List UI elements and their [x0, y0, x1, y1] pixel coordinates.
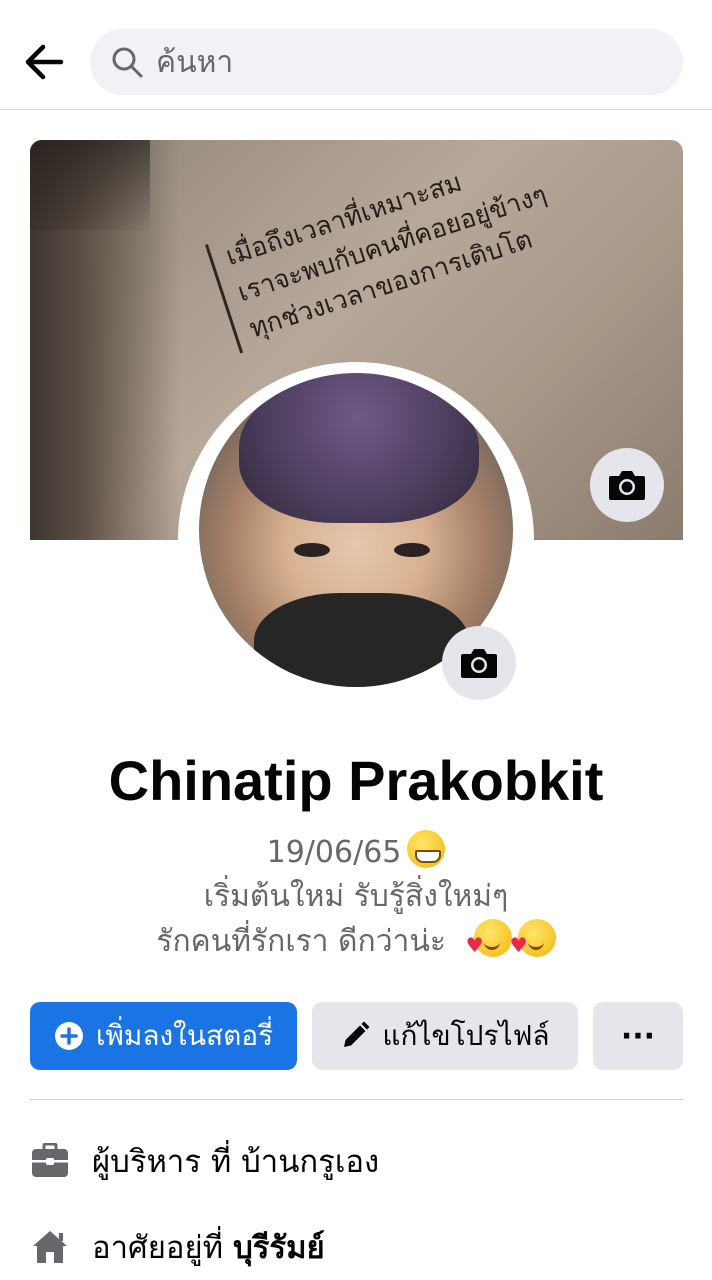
add-to-story-button[interactable]: เพิ่มลงในสตอรี่ — [30, 1002, 297, 1070]
edit-cover-photo-button[interactable] — [590, 448, 664, 522]
avatar-hair — [239, 373, 479, 523]
smiling-hearts-emoji-icon — [510, 919, 556, 967]
location-info-row: อาศัยอยู่ที่ บุรีรัมย์ — [30, 1222, 683, 1272]
back-button[interactable] — [20, 38, 68, 86]
back-arrow-icon — [25, 44, 64, 80]
top-bar — [0, 0, 712, 110]
bio-line: 19/06/65 — [0, 830, 712, 875]
location-place[interactable]: บุรีรัมย์ — [233, 1222, 325, 1272]
avatar-eye — [294, 543, 330, 557]
avatar-eye — [394, 543, 430, 557]
bio-line: รักคนที่รักเรา ดีกว่าน่ะ — [0, 919, 712, 967]
edit-profile-button[interactable]: แก้ไขโปรไฟล์ — [312, 1002, 578, 1070]
work-info-row: ผู้บริหาร ที่ บ้านกรูเอง — [30, 1136, 683, 1186]
grinning-emoji-icon — [407, 830, 446, 868]
cover-quote: เมื่อถึงเวลาที่เหมาะสม เราจะพบกับคนที่คอ… — [205, 140, 564, 354]
divider — [30, 1099, 683, 1100]
smiling-hearts-emoji-icon — [466, 919, 512, 967]
edit-profile-label: แก้ไขโปรไฟล์ — [382, 1019, 550, 1052]
profile-bio: 19/06/65 เริ่มต้นใหม่ รับรู้สิ่งใหม่ๆ รั… — [0, 830, 712, 967]
add-to-story-label: เพิ่มลงในสตอรี่ — [95, 1019, 274, 1052]
pencil-icon — [340, 1021, 370, 1051]
camera-icon — [609, 471, 645, 500]
more-options-button[interactable]: ··· — [593, 1002, 683, 1070]
camera-icon — [461, 649, 497, 678]
more-options-label: ··· — [620, 1018, 656, 1054]
work-info-text: ผู้บริหาร ที่ บ้านกรูเอง — [92, 1144, 380, 1180]
search-input[interactable] — [156, 44, 636, 80]
search-bar[interactable] — [90, 29, 683, 95]
home-icon — [30, 1227, 70, 1267]
plus-circle-icon — [54, 1021, 84, 1051]
cover-page-corner — [30, 140, 150, 230]
bio-text: รักคนที่รักเรา ดีกว่าน่ะ — [156, 924, 447, 959]
briefcase-icon — [30, 1141, 70, 1181]
bio-line: เริ่มต้นใหม่ รับรู้สิ่งใหม่ๆ — [203, 879, 509, 914]
bio-date: 19/06/65 — [266, 835, 402, 870]
profile-name: Chinatip Prakobkit — [108, 749, 604, 812]
location-prefix: อาศัยอยู่ที่ — [92, 1230, 224, 1266]
avatar-face-mask — [254, 593, 469, 687]
edit-avatar-button[interactable] — [442, 626, 516, 700]
search-icon — [112, 47, 143, 78]
